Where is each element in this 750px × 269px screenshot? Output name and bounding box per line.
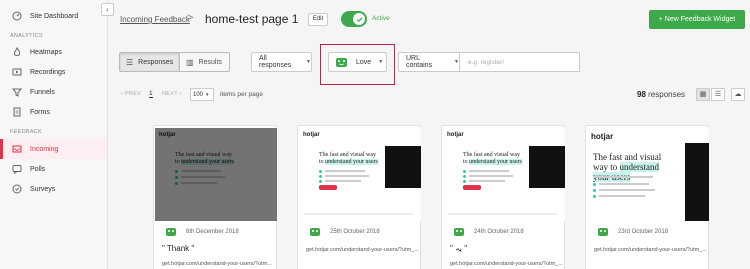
- page-screenshot: hotjar The fast and visual way to unders…: [443, 128, 565, 221]
- response-filter-dropdown[interactable]: All responses ▼: [251, 52, 312, 72]
- sidebar-item-label: Polls: [30, 165, 46, 173]
- page-screenshot: hotjar The fast and visual way to unders…: [155, 128, 277, 221]
- love-face-icon: [454, 228, 464, 236]
- hotjar-logo: hotjar: [159, 132, 176, 138]
- sidebar-item-label: Surveys: [30, 185, 56, 193]
- card-comment: " Thank ": [162, 244, 195, 253]
- feedback-heading: FEEDBACK: [10, 129, 43, 135]
- analytics-heading: ANALYTICS: [10, 33, 43, 39]
- url-filter-dropdown[interactable]: URL contains ▼: [398, 52, 460, 72]
- sidebar-item-funnels[interactable]: Funnels: [0, 82, 107, 102]
- sidebar-item-label: Site Dashboard: [30, 12, 79, 20]
- feedback-card[interactable]: hotjar The fast and visual way to unders…: [441, 125, 565, 269]
- card-comment: " یہ ": [450, 244, 468, 253]
- sidebar-item-polls[interactable]: Polls: [0, 159, 107, 179]
- sidebar-item-surveys[interactable]: Surveys: [0, 179, 107, 199]
- sidebar-item-incoming[interactable]: Incoming: [0, 139, 107, 159]
- sidebar-item-label: Heatmaps: [30, 48, 62, 56]
- love-face-icon: [336, 57, 347, 67]
- list-view-button[interactable]: ☰: [711, 88, 725, 101]
- grid-icon: ▦: [699, 91, 707, 98]
- card-date: 25th October 2018: [330, 229, 380, 235]
- love-face-icon: [310, 228, 320, 236]
- grid-view-button[interactable]: ▦: [696, 88, 710, 101]
- chart-icon: ▥: [186, 57, 194, 67]
- dashboard-icon: [12, 11, 22, 21]
- preview-tagline: The fast and visual way to understand yo…: [463, 152, 522, 165]
- sidebar-item-label: Recordings: [30, 68, 66, 76]
- poll-icon: [12, 164, 22, 175]
- funnel-icon: [11, 87, 23, 97]
- active-toggle[interactable]: [341, 11, 367, 27]
- check-icon: [353, 13, 365, 25]
- dropdown-label: Love: [356, 58, 372, 66]
- card-url: get.hotjar.com/understand-your-users/?ut…: [594, 247, 707, 253]
- list-icon: ☰: [126, 57, 134, 67]
- sidebar: Site Dashboard ANALYTICS Heatmaps Record…: [0, 0, 108, 269]
- preview-tagline: The fast and visual way to understand yo…: [319, 152, 378, 165]
- next-page-link[interactable]: NEXT ›: [162, 91, 182, 97]
- page-title: home-test page 1: [205, 12, 299, 26]
- fire-icon: [12, 46, 22, 57]
- edit-button[interactable]: Edit: [308, 13, 328, 26]
- form-icon: [12, 107, 22, 117]
- sidebar-item-forms[interactable]: Forms: [0, 102, 107, 122]
- card-url: get.hotjar.com/understand-your-users/?ut…: [162, 261, 272, 267]
- items-per-page-label: items per page: [220, 91, 263, 98]
- page-screenshot: hotjar The fast and visual way to unders…: [587, 128, 709, 221]
- page-screenshot: hotjar The fast and visual way to unders…: [299, 128, 421, 221]
- dropdown-label: All responses: [259, 55, 292, 69]
- response-count: 98 responses: [637, 90, 685, 99]
- tab-label: Results: [198, 58, 222, 66]
- list-icon: ☰: [714, 91, 722, 98]
- chevron-right-icon: >: [187, 12, 194, 24]
- card-url: get.hotjar.com/understand-your-users/?ut…: [450, 261, 563, 267]
- page-number[interactable]: 1: [149, 90, 153, 98]
- sidebar-item-recordings[interactable]: Recordings: [0, 62, 107, 82]
- dropdown-label: URL contains: [406, 55, 433, 69]
- response-count-number: 98: [637, 90, 646, 99]
- love-face-icon: [166, 228, 176, 236]
- feedback-card[interactable]: hotjar The fast and visual way to unders…: [297, 125, 421, 269]
- feedback-card[interactable]: hotjar The fast and visual way to unders…: [585, 125, 709, 269]
- download-button[interactable]: ☁: [731, 88, 745, 101]
- emotion-filter-dropdown[interactable]: Love ▼: [328, 52, 387, 72]
- caret-down-icon: ▼: [378, 59, 384, 65]
- hotjar-logo: hotjar: [591, 132, 614, 141]
- collapse-sidebar-button[interactable]: ‹: [101, 3, 114, 16]
- active-label: Active: [372, 15, 390, 22]
- video-icon: [12, 67, 22, 77]
- caret-down-icon: ▼: [205, 92, 210, 97]
- sidebar-item-label: Forms: [30, 108, 50, 116]
- prev-page-link[interactable]: ‹ PREV: [121, 91, 141, 97]
- sidebar-item-dashboard[interactable]: Site Dashboard: [0, 6, 107, 26]
- sidebar-item-label: Incoming: [30, 145, 59, 153]
- per-page-value: 100: [193, 92, 204, 98]
- feedback-card[interactable]: hotjar The fast and visual way to unders…: [153, 125, 277, 269]
- caret-down-icon: ▼: [306, 59, 311, 65]
- sidebar-item-heatmaps[interactable]: Heatmaps: [0, 42, 107, 62]
- inbox-icon: [12, 144, 22, 154]
- tab-results[interactable]: ▥ Results: [180, 52, 230, 72]
- breadcrumb[interactable]: Incoming Feedback: [120, 15, 190, 24]
- hotjar-logo: hotjar: [303, 132, 320, 138]
- sidebar-item-label: Funnels: [30, 88, 55, 96]
- card-date: 6th December 2018: [186, 229, 239, 235]
- caret-down-icon: ▼: [454, 59, 459, 65]
- per-page-select[interactable]: 100 ▼: [190, 88, 214, 101]
- cloud-download-icon: ☁: [734, 91, 742, 98]
- love-face-icon: [598, 228, 608, 236]
- card-date: 24th October 2018: [474, 229, 524, 235]
- new-feedback-widget-button[interactable]: + New Feedback Widget: [649, 10, 745, 29]
- preview-tagline: The fast and visual way to understand yo…: [175, 152, 234, 165]
- card-date: 23rd October 2018: [618, 229, 669, 235]
- tab-label: Responses: [138, 58, 174, 66]
- tab-responses[interactable]: ☰ Responses: [119, 52, 180, 72]
- card-url: get.hotjar.com/understand-your-users/?ut…: [306, 247, 419, 253]
- hotjar-logo: hotjar: [447, 132, 464, 138]
- url-filter-input[interactable]: e.g. register/: [460, 52, 580, 72]
- survey-icon: [12, 184, 22, 194]
- response-count-word: responses: [648, 90, 686, 99]
